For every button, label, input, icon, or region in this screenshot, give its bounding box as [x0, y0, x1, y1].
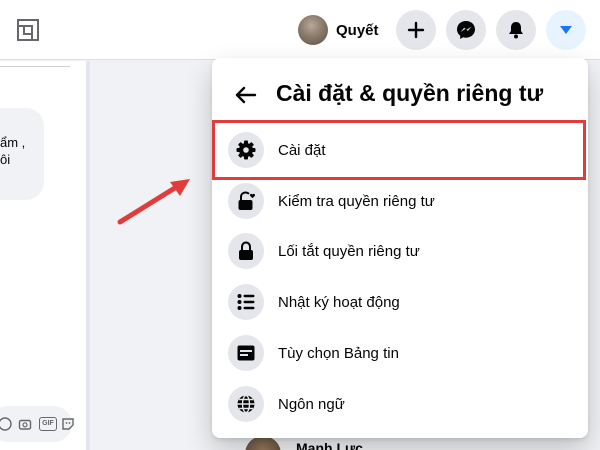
menu-item-label: Lối tắt quyền riêng tư — [278, 242, 420, 260]
create-button[interactable] — [396, 10, 436, 50]
account-menu-button[interactable] — [546, 10, 586, 50]
back-button[interactable] — [228, 77, 264, 113]
page-logo-icon[interactable] — [16, 18, 40, 42]
lock-heart-icon — [228, 183, 264, 219]
divider — [0, 66, 70, 67]
dropdown-title: Cài đặt & quyền riêng tư — [276, 80, 544, 106]
bell-icon — [509, 22, 523, 39]
settings-privacy-dropdown: Cài đặt & quyền riêng tư Cài đặt Kiểm tr… — [212, 58, 588, 438]
menu-item-feed-preferences[interactable]: Tùy chọn Bảng tin — [220, 328, 580, 378]
gif-button[interactable]: GIF — [39, 417, 57, 431]
emoji-icon[interactable] — [0, 417, 12, 431]
dropdown-header: Cài đặt & quyền riêng tư — [212, 58, 588, 124]
globe-icon — [228, 386, 264, 422]
plus-icon — [407, 21, 425, 39]
gif-label: GIF — [42, 420, 54, 427]
profile-button[interactable]: Quyết — [296, 12, 389, 48]
highlight-box — [212, 120, 586, 180]
message-line: ôi — [0, 152, 11, 167]
menu-item-label: Ngôn ngữ — [278, 395, 345, 413]
messenger-button[interactable] — [446, 10, 486, 50]
top-bar: Quyết — [0, 0, 600, 60]
menu-item-language[interactable]: Ngôn ngữ — [220, 379, 580, 429]
message-text: ẩm , ôi — [0, 134, 40, 168]
menu-item-label: Tùy chọn Bảng tin — [278, 344, 399, 362]
menu-item-label: Kiểm tra quyền riêng tư — [278, 192, 435, 210]
profile-name: Quyết — [336, 21, 379, 39]
scrollbar[interactable] — [86, 61, 90, 450]
sticker-icon[interactable] — [61, 417, 75, 431]
feed-icon — [228, 335, 264, 371]
back-arrow-icon — [235, 86, 257, 104]
caret-down-icon — [560, 26, 572, 34]
menu-item-activity-log[interactable]: Nhật ký hoạt động — [220, 277, 580, 327]
avatar — [298, 15, 328, 45]
menu-item-privacy-shortcuts[interactable]: Lối tắt quyền riêng tư — [220, 226, 580, 276]
contact-avatar[interactable] — [245, 436, 281, 450]
menu-item-privacy-checkup[interactable]: Kiểm tra quyền riêng tư — [220, 176, 580, 226]
pointer-arrow-icon — [117, 179, 190, 225]
camera-icon[interactable] — [18, 417, 32, 431]
menu-item-label: Nhật ký hoạt động — [278, 293, 400, 311]
message-line: ẩm , — [0, 135, 26, 150]
messenger-icon — [457, 21, 475, 39]
lock-icon — [228, 233, 264, 269]
list-icon — [228, 284, 264, 320]
contact-name[interactable]: Mạnh Lực — [296, 440, 363, 450]
notifications-button[interactable] — [496, 10, 536, 50]
